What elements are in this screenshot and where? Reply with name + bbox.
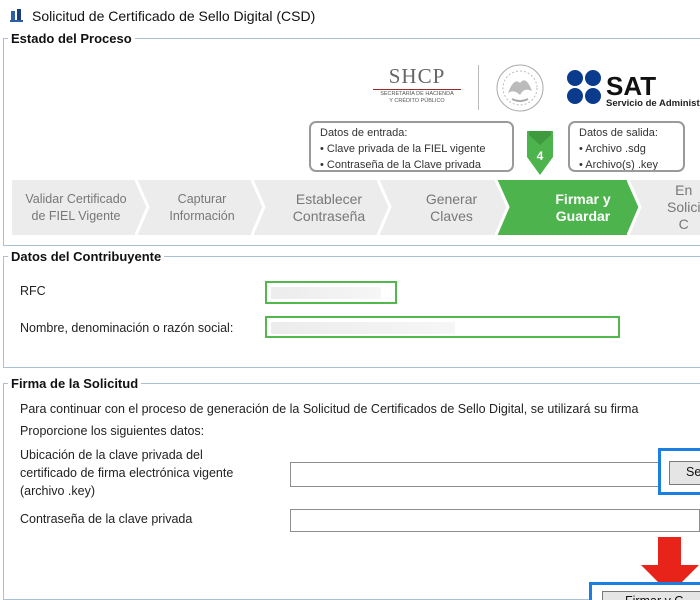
step-capturar-informacion: Capturar Información — [152, 180, 252, 235]
step-label-line: Firmar y — [555, 190, 611, 207]
salida-item: • Archivo(s) .key — [579, 159, 659, 171]
clave-privada-path-input[interactable] — [290, 462, 700, 487]
select-file-highlight: Se — [658, 448, 700, 495]
process-steps: Validar Certificado de FIEL Vigente Captu… — [12, 180, 700, 235]
national-seal-icon — [496, 64, 544, 112]
step-label-line: Validar Certificado — [25, 191, 127, 206]
step-label-line: Capturar — [177, 191, 227, 206]
sat-subtitle: Servicio de Administra — [606, 98, 700, 109]
rfc-redacted-value — [271, 287, 381, 299]
ubicacion-clave-label: Ubicación de la clave privada del certif… — [20, 448, 234, 498]
logo-divider — [478, 65, 479, 110]
step-label-line: Guardar — [555, 207, 611, 224]
shcp-subtitle-1: SECRETARÍA DE HACIENDA — [380, 91, 454, 97]
shcp-logo: SHCP SECRETARÍA DE HACIENDA Y CRÉDITO PÚ… — [369, 64, 465, 110]
app-icon — [10, 9, 23, 22]
entrada-title: Datos de entrada: — [320, 127, 408, 139]
proporcione-text: Proporcione los siguientes datos: — [20, 424, 205, 438]
entrada-item: • Clave privada de la FIEL vigente — [320, 143, 486, 155]
step-label-line: Generar — [425, 190, 478, 207]
rfc-field — [265, 281, 397, 304]
datos-entrada-box: Datos de entrada: • Clave privada de la … — [309, 121, 514, 172]
datos-contribuyente-legend: Datos del Contribuyente — [8, 249, 165, 264]
step-firmar-guardar: Firmar y Guardar — [518, 180, 648, 235]
firmar-guardar-button[interactable]: Firmar y G — [602, 591, 700, 600]
estado-proceso-legend: Estado del Proceso — [8, 31, 135, 46]
sat-logo: SAT Servicio de Administra — [566, 69, 700, 109]
step-establecer-contrasena: Establecer Contraseña — [274, 180, 384, 235]
current-step-number: 4 — [536, 149, 544, 163]
window-title: Solicitud de Certificado de Sello Digita… — [32, 8, 316, 24]
nombre-label: Nombre, denominación o razón social: — [20, 321, 234, 335]
step-label-line: Establecer — [295, 190, 363, 207]
rfc-label: RFC — [20, 284, 46, 298]
shcp-subtitle-2: Y CRÉDITO PÚBLICO — [389, 98, 445, 104]
nombre-redacted-value — [271, 322, 455, 334]
step-validar-certificado: Validar Certificado de FIEL Vigente — [12, 180, 140, 235]
firmar-button-highlight: Firmar y G — [589, 582, 700, 600]
title-bar: Solicitud de Certificado de Sello Digita… — [0, 0, 700, 32]
password-input[interactable] — [290, 509, 700, 532]
shcp-underline — [373, 89, 461, 90]
select-file-button[interactable]: Se — [669, 461, 700, 485]
step-generar-claves: Generar Claves — [404, 180, 499, 235]
datos-salida-box: Datos de salida: • Archivo .sdg • Archiv… — [568, 121, 685, 172]
salida-title: Datos de salida: — [579, 127, 658, 139]
step-label-line: En — [675, 182, 693, 198]
entrada-item: • Contraseña de la Clave privada — [320, 159, 481, 171]
firma-solicitud-legend: Firma de la Solicitud — [8, 376, 142, 391]
step-label-line: Contraseña — [292, 207, 366, 224]
password-label: Contraseña de la clave privada — [20, 512, 193, 526]
sat-dots-icon — [567, 70, 601, 104]
step-label-line: Claves — [430, 207, 473, 224]
step-label-line: Solici — [667, 199, 700, 215]
datos-contribuyente-group: Datos del Contribuyente — [3, 249, 700, 368]
step-enviar-solicitud: En Solici C — [657, 180, 700, 235]
step-label-line: de FIEL Vigente — [31, 208, 121, 223]
salida-item: • Archivo .sdg — [579, 143, 646, 155]
nombre-field — [265, 316, 620, 338]
step-label-line: Información — [169, 208, 235, 223]
shcp-name: SHCP — [388, 64, 446, 88]
firma-intro-text: Para continuar con el proceso de generac… — [20, 402, 639, 416]
step-label-line: C — [678, 216, 689, 232]
